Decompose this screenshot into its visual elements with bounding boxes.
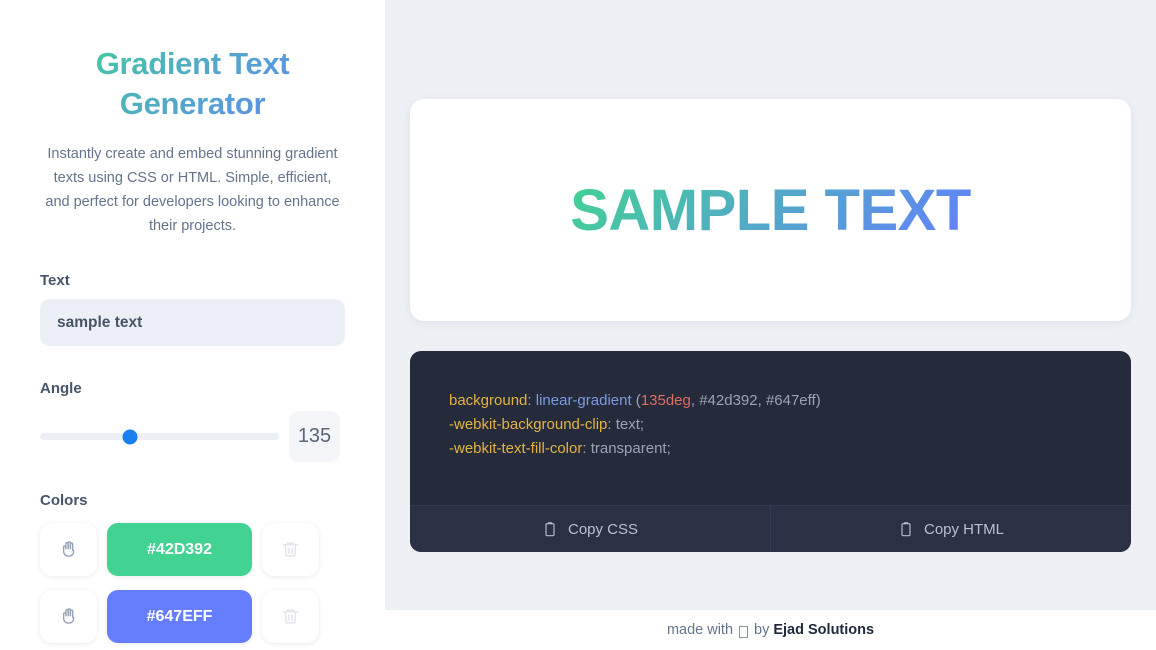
- code-property: -webkit-text-fill-color: [449, 440, 583, 457]
- color-delete-button-2[interactable]: [262, 590, 319, 643]
- code-color-stops: , #42d392, #647eff): [690, 392, 821, 409]
- code-property: -webkit-background-clip: [449, 416, 608, 433]
- footer-prefix: made with: [666, 622, 734, 638]
- preview-panel: SAMPLE TEXT background: linear-gradient …: [385, 0, 1156, 610]
- color-row: #647EFF: [40, 590, 345, 643]
- color-drag-handle-2[interactable]: [40, 590, 97, 643]
- angle-slider[interactable]: [40, 425, 279, 449]
- color-swatch-2[interactable]: #647EFF: [107, 590, 252, 643]
- copy-css-button[interactable]: Copy CSS: [410, 506, 770, 552]
- angle-field-label: Angle: [40, 380, 82, 397]
- color-delete-button-1[interactable]: [262, 523, 319, 576]
- code-value: text;: [615, 416, 645, 433]
- page-title: Gradient Text Generator: [40, 44, 345, 124]
- gradient-preview-text: SAMPLE TEXT: [570, 177, 971, 243]
- colors-section-label: Colors: [40, 492, 88, 509]
- code-function: linear-gradient: [535, 392, 632, 409]
- color-row: #42D392: [40, 523, 345, 576]
- angle-control-row: 135: [40, 411, 345, 462]
- code-open-paren: (: [631, 392, 641, 409]
- code-action-bar: Copy CSS Copy HTML: [410, 505, 1131, 552]
- copy-html-button[interactable]: Copy HTML: [770, 506, 1131, 552]
- angle-slider-track: [40, 433, 279, 440]
- code-line-3: -webkit-text-fill-color: transparent;: [449, 440, 671, 457]
- copy-css-label: Copy CSS: [567, 520, 639, 538]
- control-sidebar: Gradient Text Generator Instantly create…: [0, 0, 385, 650]
- footer-middle: by: [754, 622, 770, 638]
- code-property: background: [449, 392, 528, 409]
- angle-slider-thumb[interactable]: [122, 429, 138, 444]
- trash-icon: [281, 540, 300, 559]
- clipboard-icon: [542, 520, 558, 538]
- app-root: Gradient Text Generator Instantly create…: [0, 0, 1156, 650]
- code-line-1: background: linear-gradient (135deg, #42…: [449, 392, 821, 409]
- page-subtitle: Instantly create and embed stunning grad…: [45, 146, 340, 234]
- heart-icon: [739, 626, 749, 638]
- hand-icon: [58, 539, 79, 560]
- color-swatch-1[interactable]: #42D392: [107, 523, 252, 576]
- code-line-2: -webkit-background-clip: text;: [449, 416, 645, 433]
- copy-html-label: Copy HTML: [923, 520, 1005, 538]
- text-field-label: Text: [40, 272, 70, 289]
- code-output-card: background: linear-gradient (135deg, #42…: [410, 351, 1131, 552]
- code-block: background: linear-gradient (135deg, #42…: [410, 351, 1131, 505]
- footer-brand: Ejad Solutions: [773, 622, 875, 638]
- clipboard-icon: [898, 520, 914, 538]
- code-value: transparent;: [590, 440, 671, 457]
- page-footer: made with by Ejad Solutions: [385, 610, 1156, 650]
- code-angle-value: 135deg: [640, 392, 691, 409]
- gradient-text-input[interactable]: [40, 299, 345, 346]
- color-drag-handle-1[interactable]: [40, 523, 97, 576]
- gradient-preview-card: SAMPLE TEXT: [410, 99, 1131, 321]
- trash-icon: [281, 607, 300, 626]
- angle-value-box: 135: [289, 411, 340, 462]
- hand-icon: [58, 606, 79, 627]
